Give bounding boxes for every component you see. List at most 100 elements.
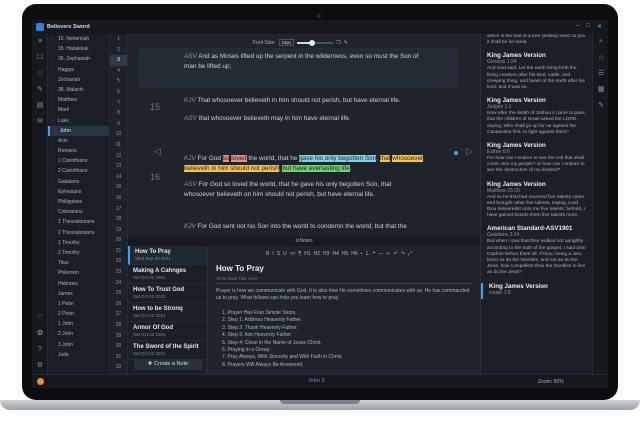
chapter-item[interactable]: 10 <box>110 129 127 140</box>
chapter-item[interactable]: 4 <box>110 66 127 77</box>
chapter-item[interactable]: 5 <box>110 76 127 87</box>
home-icon[interactable]: ⌂ <box>593 50 608 66</box>
chapter-item[interactable]: 11 <box>110 140 127 151</box>
maximize-button[interactable]: □ <box>586 23 590 30</box>
help-icon[interactable]: ? <box>32 342 48 358</box>
chapter-item[interactable]: 26 <box>110 299 127 310</box>
book-item[interactable]: 2 John <box>48 329 109 339</box>
book-item[interactable]: 38. Malachi <box>48 85 109 95</box>
chapter-item[interactable]: 30 <box>110 341 127 352</box>
note-title-input[interactable]: Write Note Title Here <box>216 276 472 284</box>
book-item[interactable]: 2 Thessalonians <box>48 228 109 238</box>
book-item[interactable]: Philemon <box>48 268 109 278</box>
book-item[interactable]: Zechariah <box>48 75 109 85</box>
book-item[interactable]: Luke <box>48 116 109 126</box>
editor-tool-button[interactable]: • <box>361 251 363 257</box>
highlight-icon[interactable]: ✎ <box>32 82 48 98</box>
book-icon[interactable]: ☐ <box>32 50 48 66</box>
chapter-item[interactable]: 9 <box>110 119 127 130</box>
editor-tool-button[interactable]: H5 <box>342 251 348 257</box>
note-item[interactable]: The Sword of the Spirit Sat Oct 02 2021 <box>128 341 207 360</box>
copy-icon[interactable]: ❐ <box>336 40 340 46</box>
chapter-item[interactable]: 20 <box>110 235 127 246</box>
book-item[interactable]: Hebrews <box>48 279 109 289</box>
reference-card[interactable]: King James Version Matthew 25:20 And so he… <box>481 181 592 222</box>
book-item[interactable]: 1 John <box>48 319 109 329</box>
chapter-item[interactable]: 25 <box>110 288 127 299</box>
chapter-item[interactable]: 31 <box>110 352 127 363</box>
book-item[interactable]: Colossians <box>48 207 109 217</box>
font-size-slider-knob[interactable] <box>308 39 315 46</box>
book-item[interactable]: Ephesians <box>48 187 109 197</box>
note-item[interactable]: Armor Of God Sat Oct 02 2021 <box>128 322 207 341</box>
book-item[interactable]: Jude <box>48 350 109 360</box>
pen-icon[interactable]: ✎ <box>593 98 608 114</box>
book-item[interactable]: Acts <box>48 136 109 146</box>
create-note-button[interactable]: ✚ Create a Note <box>134 359 202 370</box>
book-item[interactable]: 15. Nehemiah <box>48 34 109 44</box>
reference-card[interactable]: King James Version Judges 1:1 Now after th… <box>481 97 592 138</box>
editor-tool-button[interactable]: ❝ <box>373 251 376 257</box>
reference-card[interactable]: King James Version Genesis 1:24 And God sa… <box>481 52 592 93</box>
font-size-slider[interactable] <box>297 39 334 46</box>
chapter-item[interactable]: 13 <box>110 161 127 172</box>
note-title[interactable]: How To Pray <box>216 264 264 273</box>
reference-card[interactable]: American Standard-ASV1901 Galatians 2:14 B… <box>481 225 592 278</box>
next-chapter-icon[interactable]: ▷ <box>466 146 473 157</box>
reference-card[interactable]: King James Version Isaiah 1:8 <box>481 282 592 299</box>
bookmark-icon[interactable]: ☆ <box>32 66 48 82</box>
edit-icon[interactable]: ✎ <box>344 40 348 46</box>
chapter-item[interactable]: 22 <box>110 256 127 267</box>
book-item[interactable]: 2 Peter <box>48 309 109 319</box>
book-item[interactable]: 1 Thessalonians <box>48 217 109 227</box>
book-item[interactable]: Haggai <box>48 65 109 75</box>
zoom-level[interactable]: Zoom: 95% <box>538 379 564 385</box>
theme-icon[interactable]: ❂ <box>32 326 48 342</box>
editor-tool-button[interactable]: B <box>266 251 269 257</box>
chapter-item[interactable]: 27 <box>110 309 127 320</box>
chapter-item[interactable]: 8 <box>110 108 127 119</box>
note-steps-list[interactable]: 1. Prayer Has Four Simple Steps. 2. Step … <box>222 310 343 369</box>
current-chapter[interactable]: John 3 <box>308 378 325 384</box>
book-item[interactable]: Galatians <box>48 177 109 187</box>
heart-icon[interactable]: ♡ <box>32 310 48 326</box>
prev-chapter-icon[interactable]: ◁ <box>154 146 161 157</box>
chapter-item[interactable]: 12 <box>110 151 127 162</box>
chapter-item[interactable]: 14 <box>110 172 127 183</box>
chapter-item[interactable]: 15 <box>110 182 127 193</box>
mail-icon[interactable]: ✉ <box>32 114 48 130</box>
grid-icon[interactable]: ▦ <box>593 82 608 98</box>
book-item[interactable]: 2 Timothy <box>48 248 109 258</box>
close-button[interactable]: ✕ <box>597 23 602 30</box>
chapter-item[interactable]: 3 <box>110 55 127 66</box>
book-item[interactable]: 2 Corinthians <box>48 166 109 176</box>
book-item[interactable]: Philippians <box>48 197 109 207</box>
note-item[interactable]: How To Trust God Sat Oct 02 2021 <box>128 284 207 303</box>
book-item[interactable]: Matthew <box>48 95 109 105</box>
editor-tool-button[interactable]: — <box>378 251 383 257</box>
chapter-item[interactable]: 7 <box>110 98 127 109</box>
reference-card[interactable]: which is the fruit of a tree yielding se… <box>481 34 592 48</box>
note-body[interactable]: Prayer is how we communicate with God. I… <box>216 288 472 302</box>
chapter-item[interactable]: 23 <box>110 267 127 278</box>
chapter-item[interactable]: 24 <box>110 278 127 289</box>
chapter-item[interactable]: 18 <box>110 214 127 225</box>
minimize-button[interactable]: – <box>576 23 579 30</box>
book-item[interactable]: 1 Peter <box>48 299 109 309</box>
note-item[interactable]: How to be Stronq Sat Oct 02 2021 <box>128 303 207 322</box>
book-item[interactable]: Titus <box>48 258 109 268</box>
book-item[interactable]: James <box>48 289 109 299</box>
book-item[interactable]: 36. Zephaniah <box>48 54 109 64</box>
reference-card[interactable]: King James Version Esther 8:6 For how can … <box>481 142 592 177</box>
book-item[interactable]: 1 Timothy <box>48 238 109 248</box>
editor-tool-button[interactable]: S <box>277 251 280 257</box>
editor-tool-button[interactable]: <> <box>290 251 296 257</box>
editor-tool-button[interactable]: 1. <box>365 251 369 257</box>
settings-icon[interactable]: ⚙ <box>32 358 48 374</box>
chapter-item[interactable]: 29 <box>110 331 127 342</box>
chapter-item[interactable]: 1 <box>110 34 127 45</box>
editor-tool-button[interactable]: H2 <box>314 251 320 257</box>
editor-tool-button[interactable]: ¶ <box>299 251 302 257</box>
editor-tool-button[interactable]: ↶ <box>394 251 398 257</box>
chapter-item[interactable]: 21 <box>110 246 127 257</box>
